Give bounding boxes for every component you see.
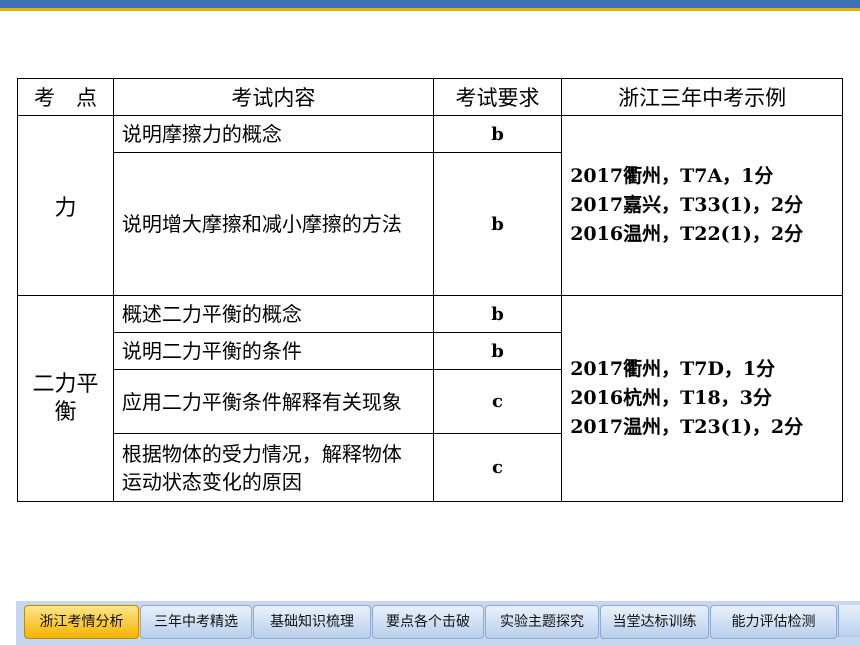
table-row: 二力平衡 概述二力平衡的概念 b 2017衢州，T7D，1分 2016杭州，T1… bbox=[17, 295, 843, 502]
example-line: 2017温州，T23(1)，2分 bbox=[570, 416, 804, 438]
tab-label: 当堂达标训练 bbox=[612, 614, 697, 630]
tab-label: 能力评估检测 bbox=[731, 614, 816, 630]
content-cell: 说明二力平衡的条件 bbox=[112, 332, 434, 370]
tab-three-year-selection[interactable]: 三年中考精选 bbox=[140, 605, 252, 639]
tab-label: 实验主题探究 bbox=[500, 614, 584, 630]
example-line: 2017衢州，T7D，1分 bbox=[570, 358, 776, 380]
requirement-cell: b bbox=[432, 332, 563, 370]
content-cell: 说明摩擦力的概念 bbox=[112, 115, 434, 153]
nav-right-cap bbox=[838, 605, 860, 637]
requirement-cell: b bbox=[432, 152, 563, 296]
tab-label: 基础知识梳理 bbox=[270, 614, 354, 630]
requirement-cell: b bbox=[432, 295, 563, 333]
category-text: 二力平衡 bbox=[32, 371, 99, 425]
tab-basic-knowledge[interactable]: 基础知识梳理 bbox=[253, 605, 371, 639]
content-cell: 根据物体的受力情况，解释物体运动状态变化的原因 bbox=[112, 433, 434, 502]
header-exam-content: 考试内容 bbox=[112, 78, 434, 116]
examples-cell: 2017衢州，T7A，1分 2017嘉兴，T33(1)，2分 2016温州，T2… bbox=[561, 115, 843, 296]
category-cell: 力 bbox=[17, 115, 114, 296]
example-line: 2016温州，T22(1)，2分 bbox=[570, 223, 804, 245]
content-cell: 说明增大摩擦和减小摩擦的方法 bbox=[112, 152, 434, 296]
example-line: 2017衢州，T7A，1分 bbox=[570, 165, 774, 187]
requirement-cell: b bbox=[432, 115, 563, 153]
top-accent-bar bbox=[0, 0, 860, 11]
tab-key-points[interactable]: 要点各个击破 bbox=[372, 605, 484, 639]
tab-experiment-inquiry[interactable]: 实验主题探究 bbox=[485, 605, 599, 639]
table-header-row: 考 点 考试内容 考试要求 浙江三年中考示例 bbox=[17, 78, 843, 116]
top-gold-line bbox=[0, 8, 860, 11]
header-exam-requirement: 考试要求 bbox=[432, 78, 563, 116]
header-exam-point: 考 点 bbox=[17, 78, 114, 116]
tab-label: 要点各个击破 bbox=[386, 614, 470, 630]
example-line: 2017嘉兴，T33(1)，2分 bbox=[570, 194, 804, 216]
content-cell: 应用二力平衡条件解释有关现象 bbox=[112, 369, 434, 434]
requirement-cell: c bbox=[432, 369, 563, 434]
content-text: 应用二力平衡条件解释有关现象 bbox=[121, 389, 402, 414]
header-zhejiang-examples: 浙江三年中考示例 bbox=[561, 78, 843, 116]
exam-points-table: 考 点 考试内容 考试要求 浙江三年中考示例 力 说明摩擦力的概念 b 2017… bbox=[17, 78, 843, 502]
tab-class-practice[interactable]: 当堂达标训练 bbox=[600, 605, 709, 639]
content-text: 根据物体的受力情况，解释物体运动状态变化的原因 bbox=[121, 441, 402, 494]
tab-zhejiang-analysis[interactable]: 浙江考情分析 bbox=[24, 605, 139, 639]
tab-label: 三年中考精选 bbox=[154, 614, 238, 630]
content-text: 说明增大摩擦和减小摩擦的方法 bbox=[121, 212, 402, 236]
tab-ability-assessment[interactable]: 能力评估检测 bbox=[710, 605, 837, 639]
category-cell: 二力平衡 bbox=[17, 295, 114, 502]
table-row: 力 说明摩擦力的概念 b 2017衢州，T7A，1分 2017嘉兴，T33(1)… bbox=[17, 115, 843, 296]
content-cell: 概述二力平衡的概念 bbox=[112, 295, 434, 333]
examples-cell: 2017衢州，T7D，1分 2016杭州，T18，3分 2017温州，T23(1… bbox=[561, 295, 843, 502]
requirement-cell: c bbox=[432, 433, 563, 502]
tab-label: 浙江考情分析 bbox=[39, 614, 124, 630]
example-line: 2016杭州，T18，3分 bbox=[570, 387, 772, 409]
